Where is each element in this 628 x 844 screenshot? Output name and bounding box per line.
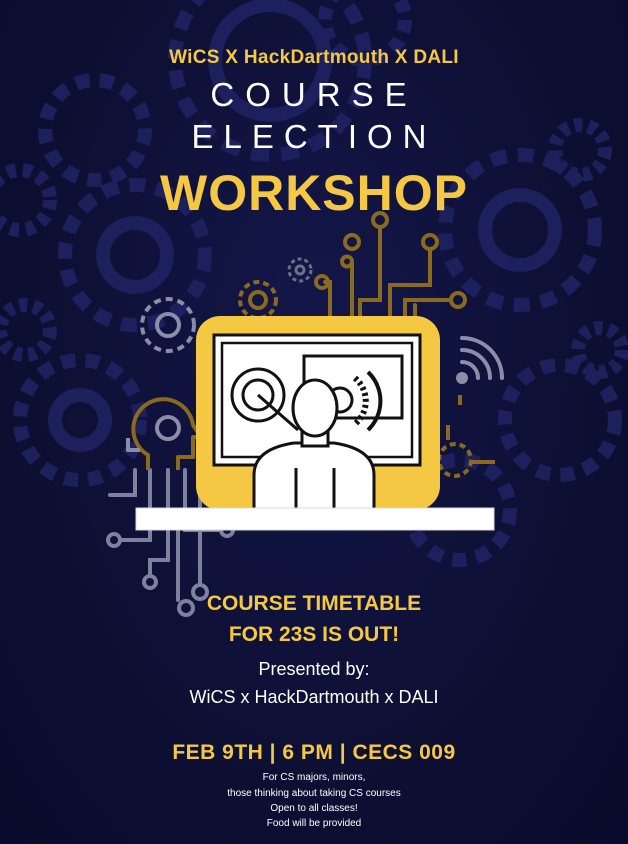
presented-by-label: Presented by: bbox=[258, 659, 370, 679]
desk bbox=[135, 507, 495, 531]
note-open: Open to all classes! bbox=[270, 803, 358, 814]
gear-icon bbox=[287, 257, 313, 283]
event-details: FEB 9TH | 6 PM | CECS 009 bbox=[172, 741, 456, 764]
circuit-icon bbox=[314, 211, 467, 320]
gear-icon bbox=[238, 280, 278, 320]
announcement-line-1: COURSE TIMETABLE bbox=[206, 592, 422, 615]
brain-head-icon bbox=[126, 397, 203, 470]
poster: WiCS X HackDartmouth X DALI COURSE ELECT… bbox=[0, 0, 628, 844]
wifi-icon bbox=[456, 336, 504, 384]
person-at-computer-illustration bbox=[106, 211, 504, 617]
gear-icon bbox=[140, 297, 196, 353]
note-prospective: those thinking about taking CS courses bbox=[227, 788, 401, 799]
announcement-line-2: FOR 23S IS OUT! bbox=[228, 623, 400, 646]
note-food: Food will be provided bbox=[266, 818, 362, 829]
gear-icon bbox=[437, 442, 473, 478]
presenter-names: WiCS x HackDartmouth x DALI bbox=[189, 687, 439, 707]
note-audience: For CS majors, minors, bbox=[262, 772, 366, 783]
